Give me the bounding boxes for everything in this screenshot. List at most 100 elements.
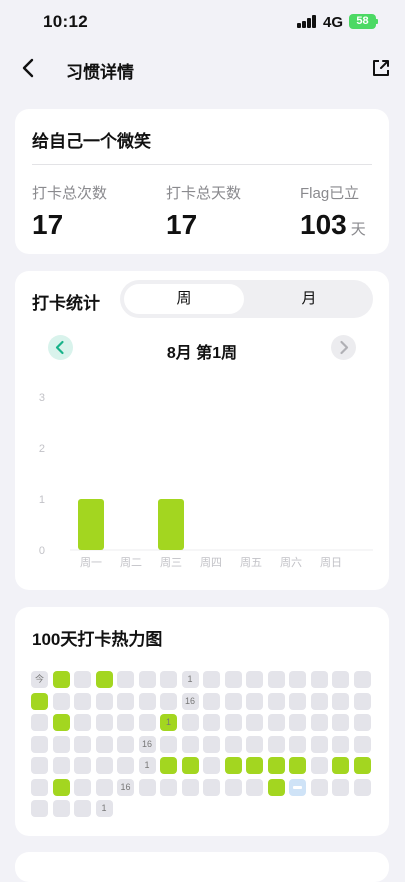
heatmap-cell bbox=[310, 692, 328, 710]
heatmap-cell bbox=[289, 735, 306, 753]
battery-tip bbox=[376, 19, 378, 24]
y-tick-label: 0 bbox=[39, 545, 45, 557]
heatmap-cell bbox=[353, 735, 371, 753]
heatmap-cell bbox=[74, 735, 91, 753]
habit-summary-card: 给自己一个微笑 打卡总次数 17 打卡总天数 17 Flag已立 103 天 bbox=[15, 109, 389, 254]
status-time: 10:12 bbox=[43, 12, 88, 31]
heatmap-cell: 16 bbox=[138, 735, 156, 753]
heatmap-cell: 今 bbox=[31, 671, 48, 688]
heatmap-cell bbox=[52, 735, 70, 753]
share-icon[interactable] bbox=[370, 57, 392, 79]
heatmap-cell bbox=[31, 757, 48, 774]
heatmap-cell bbox=[246, 778, 263, 796]
habit-name: 给自己一个微笑 bbox=[32, 132, 151, 151]
stat-total-checkins: 打卡总次数 17 bbox=[32, 182, 107, 241]
heatmap-cell bbox=[246, 757, 263, 774]
heatmap-cell bbox=[332, 778, 349, 796]
bar bbox=[78, 499, 104, 550]
x-tick-label: 周日 bbox=[320, 556, 342, 569]
heatmap-cell bbox=[224, 692, 242, 710]
section-title: 100天打卡热力图 bbox=[32, 630, 163, 649]
x-tick-label: 周六 bbox=[280, 556, 302, 569]
heatmap-cell bbox=[138, 714, 156, 731]
signal-icon bbox=[297, 15, 317, 28]
heatmap-cell bbox=[31, 714, 48, 731]
heatmap-cell bbox=[246, 735, 263, 753]
heatmap-cell bbox=[246, 714, 263, 731]
next-card bbox=[15, 852, 389, 882]
heatmap-cell bbox=[160, 692, 177, 710]
heatmap-cell bbox=[74, 800, 91, 817]
heatmap-cell bbox=[52, 714, 70, 731]
y-tick-label: 1 bbox=[39, 494, 45, 506]
back-icon[interactable] bbox=[18, 57, 40, 79]
x-tick-label: 周二 bbox=[120, 556, 142, 569]
heatmap-cell bbox=[160, 757, 177, 774]
stat-label: 打卡总次数 bbox=[32, 185, 108, 202]
heatmap-cell bbox=[52, 778, 70, 796]
stat-label: 打卡总天数 bbox=[166, 185, 242, 202]
tab-month[interactable]: 月 bbox=[249, 284, 369, 314]
heatmap-cell bbox=[95, 778, 113, 796]
heatmap-cell bbox=[117, 692, 134, 710]
heatmap-cell bbox=[353, 671, 371, 688]
heatmap-cell bbox=[267, 735, 285, 753]
tab-week[interactable]: 周 bbox=[124, 284, 244, 314]
heatmap-cell bbox=[289, 778, 306, 796]
heatmap-cell bbox=[52, 800, 70, 817]
heatmap-cell bbox=[138, 778, 156, 796]
heatmap-cell bbox=[95, 671, 113, 688]
heatmap-cell bbox=[332, 714, 349, 731]
stat-value: 17 bbox=[166, 209, 198, 240]
heatmap-cell bbox=[289, 671, 306, 688]
heatmap-cell bbox=[52, 757, 70, 774]
heatmap-cell bbox=[310, 757, 328, 774]
y-tick-label: 3 bbox=[39, 392, 45, 404]
section-title: 打卡统计 bbox=[32, 294, 100, 313]
battery-icon: 58 bbox=[349, 14, 376, 29]
heatmap-cell: 1 bbox=[138, 757, 156, 774]
heatmap-cell bbox=[74, 757, 91, 774]
heatmap-cell bbox=[203, 714, 220, 731]
heatmap-cell bbox=[74, 692, 91, 710]
heatmap-cell bbox=[310, 671, 328, 688]
heatmap-cell bbox=[224, 778, 242, 796]
heatmap-cell bbox=[95, 735, 113, 753]
stat-label: Flag已立 bbox=[300, 185, 360, 202]
heatmap-cell bbox=[332, 692, 349, 710]
heatmap-cell bbox=[203, 778, 220, 796]
heatmap-cell bbox=[267, 778, 285, 796]
stat-value-row: 103 天 bbox=[300, 209, 366, 241]
heatmap-cell bbox=[289, 757, 306, 774]
heatmap-cell bbox=[31, 800, 48, 817]
heatmap-cell bbox=[31, 735, 48, 753]
heatmap-cell bbox=[224, 671, 242, 688]
divider bbox=[32, 164, 372, 165]
stat-total-days: 打卡总天数 17 bbox=[166, 182, 241, 241]
next-week-button[interactable] bbox=[331, 335, 356, 360]
heatmap-cell bbox=[353, 692, 371, 710]
heatmap-cell bbox=[267, 692, 285, 710]
heatmap-cell bbox=[95, 714, 113, 731]
stat-unit: 天 bbox=[350, 221, 366, 238]
heatmap-cell bbox=[267, 714, 285, 731]
x-tick-label: 周四 bbox=[200, 556, 222, 569]
heatmap-cell bbox=[74, 671, 91, 688]
heatmap-cell bbox=[203, 757, 220, 774]
heatmap-cell: 1 bbox=[181, 671, 199, 688]
heatmap-cell bbox=[95, 757, 113, 774]
period-segmented-control: 周 月 bbox=[120, 280, 373, 318]
x-tick-label: 周三 bbox=[160, 556, 182, 569]
heatmap-cell bbox=[31, 692, 48, 710]
heatmap-cell bbox=[203, 671, 220, 688]
heatmap-cell bbox=[160, 735, 177, 753]
bar bbox=[158, 499, 184, 550]
heatmap-cell bbox=[224, 714, 242, 731]
heatmap-cell bbox=[203, 735, 220, 753]
heatmap-cell: 1 bbox=[160, 714, 177, 731]
chevron-right-icon bbox=[340, 340, 349, 355]
network-type: 4G bbox=[323, 14, 344, 31]
heatmap-cell bbox=[160, 778, 177, 796]
heatmap-cell bbox=[117, 757, 134, 774]
heatmap-cell bbox=[52, 671, 70, 688]
